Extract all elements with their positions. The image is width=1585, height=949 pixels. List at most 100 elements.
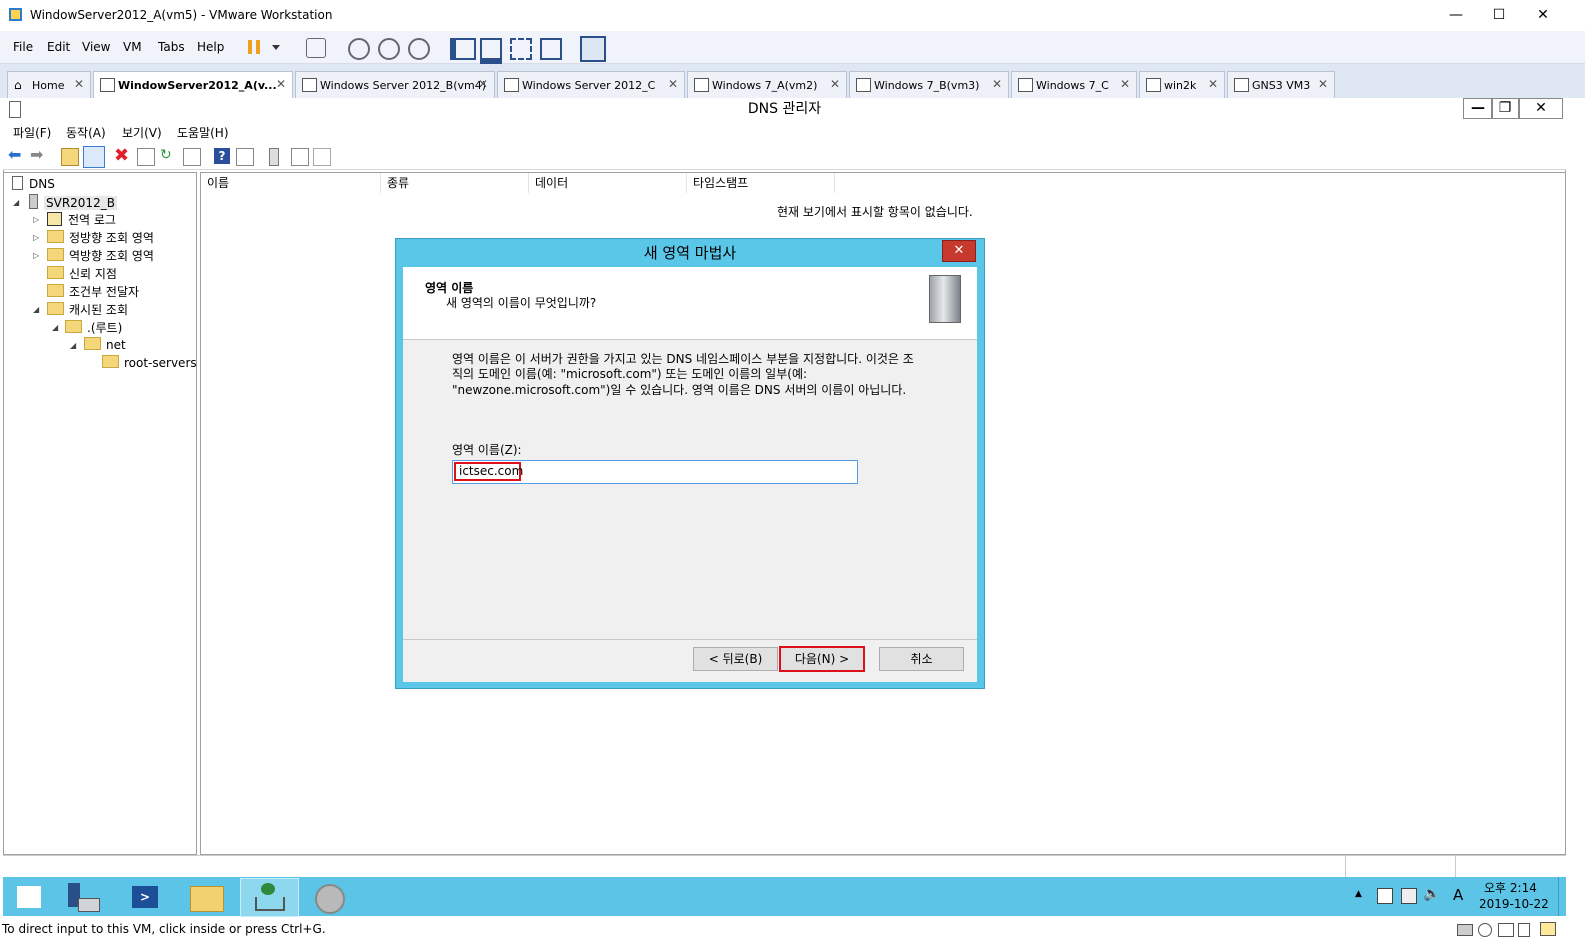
back-arrow-icon[interactable]: ⬅	[8, 147, 24, 164]
menu-file-kr[interactable]: 파일(F)	[13, 124, 51, 141]
menu-edit[interactable]: Edit	[47, 40, 70, 54]
tree-node-cached-lookups[interactable]: 캐시된 조회	[47, 301, 128, 318]
ime-indicator[interactable]: A	[1453, 886, 1463, 904]
taskbar-app[interactable]	[301, 878, 357, 915]
taskbar-dns-manager[interactable]	[240, 878, 299, 917]
properties-icon[interactable]	[137, 148, 155, 166]
message-log-icon[interactable]	[1540, 922, 1556, 936]
tree-node-conditional-forwarders[interactable]: 조건부 전달자	[47, 283, 139, 300]
taskbar-file-explorer[interactable]	[178, 878, 234, 915]
export-list-icon[interactable]	[183, 148, 201, 166]
menu-help-kr[interactable]: 도움말(H)	[177, 124, 229, 141]
tree-node-root[interactable]: .(루트)	[65, 319, 122, 336]
tree-node-server[interactable]: SVR2012_B	[29, 194, 117, 210]
minimize-button[interactable]: —	[1433, 4, 1479, 26]
details-icon[interactable]	[313, 148, 331, 166]
tree-node-net[interactable]: net	[84, 337, 126, 352]
network-adapter-icon[interactable]	[1498, 923, 1514, 937]
tree-node-dns[interactable]: DNS	[12, 176, 55, 191]
tab-windows-7-a[interactable]: Windows 7_A(vm2) ✕	[687, 71, 847, 99]
close-tab-icon[interactable]: ✕	[478, 77, 488, 91]
tab-home[interactable]: ⌂ Home ✕	[7, 71, 91, 99]
unity-icon[interactable]	[540, 38, 562, 60]
show-hide-tree-icon[interactable]	[83, 146, 105, 168]
cd-icon[interactable]	[1478, 923, 1492, 937]
collapse-arrow-icon[interactable]: ◢	[33, 305, 39, 314]
list-icon[interactable]	[291, 148, 309, 166]
column-header-timestamp[interactable]: 타임스탬프	[687, 173, 835, 193]
tab-windows-server-2012-c[interactable]: Windows Server 2012_C ✕	[497, 71, 685, 99]
taskbar-time[interactable]: 오후 2:14	[1484, 879, 1537, 896]
taskbar-date[interactable]: 2019-10-22	[1479, 897, 1549, 911]
cancel-button[interactable]: 취소	[879, 647, 964, 671]
tab-windowserver2012-a[interactable]: WindowServer2012_A(v... ✕	[93, 71, 293, 99]
dialog-close-button[interactable]: ✕	[942, 240, 976, 262]
close-tab-icon[interactable]: ✕	[276, 77, 286, 91]
expand-arrow-icon[interactable]: ▷	[33, 215, 39, 224]
back-button[interactable]: < 뒤로(B)	[693, 647, 778, 671]
revert-snapshot-icon[interactable]	[378, 38, 400, 60]
expand-arrow-icon[interactable]: ▷	[33, 233, 39, 242]
chevron-down-icon[interactable]	[272, 45, 280, 50]
dns-minimize-button[interactable]: —	[1463, 98, 1493, 119]
refresh-icon[interactable]: ↻	[160, 148, 176, 164]
show-hidden-icons-icon[interactable]: ▲	[1355, 889, 1362, 899]
hard-disk-icon[interactable]	[1457, 924, 1473, 936]
menu-action-kr[interactable]: 동작(A)	[66, 124, 106, 141]
menu-tabs[interactable]: Tabs	[158, 40, 185, 54]
help-icon[interactable]: ?	[214, 148, 230, 164]
up-folder-icon[interactable]	[61, 148, 79, 166]
tab-windows-7-b[interactable]: Windows 7_B(vm3) ✕	[849, 71, 1009, 99]
usb-icon[interactable]	[1518, 923, 1530, 937]
pause-icon[interactable]	[248, 40, 260, 54]
network-icon[interactable]	[1401, 888, 1417, 904]
forward-arrow-icon[interactable]: ➡	[30, 147, 46, 164]
collapse-arrow-icon[interactable]: ◢	[52, 323, 58, 332]
close-button[interactable]: ✕	[1520, 4, 1566, 26]
dns-close-button[interactable]: ✕	[1519, 98, 1563, 119]
close-tab-icon[interactable]: ✕	[668, 77, 678, 91]
menu-vm[interactable]: VM	[123, 40, 142, 54]
snapshot-manager-icon[interactable]	[408, 38, 430, 60]
next-button[interactable]: 다음(N) >	[779, 646, 865, 672]
collapse-arrow-icon[interactable]: ◢	[13, 198, 19, 207]
taskbar-server-manager[interactable]	[54, 878, 110, 915]
close-tab-icon[interactable]: ✕	[1318, 77, 1328, 91]
expand-arrow-icon[interactable]: ▷	[33, 251, 39, 260]
dns-restore-button[interactable]: ❐	[1491, 98, 1519, 119]
menu-file[interactable]: File	[13, 40, 33, 54]
close-tab-icon[interactable]: ✕	[74, 77, 84, 91]
column-header-data[interactable]: 데이터	[529, 173, 687, 193]
column-header-name[interactable]: 이름	[201, 173, 381, 193]
show-library-icon[interactable]	[450, 38, 476, 60]
close-tab-icon[interactable]: ✕	[992, 77, 1002, 91]
zone-name-input[interactable]: ictsec.com	[452, 460, 858, 484]
column-header-type[interactable]: 종류	[381, 173, 529, 193]
send-ctrl-alt-del-icon[interactable]	[306, 38, 326, 58]
collapse-arrow-icon[interactable]: ◢	[70, 341, 76, 350]
tab-windows-7-c[interactable]: Windows 7_C ✕	[1011, 71, 1137, 99]
start-button[interactable]	[3, 878, 59, 915]
action-center-icon[interactable]	[1377, 888, 1393, 904]
menu-view[interactable]: View	[82, 40, 110, 54]
thumbnail-bar-icon[interactable]	[480, 38, 502, 64]
volume-icon[interactable]: 🔈	[1423, 886, 1440, 902]
tree-node-root-servers[interactable]: root-servers	[102, 355, 197, 370]
tree-node-global-logs[interactable]: 전역 로그	[47, 211, 116, 228]
snapshot-icon[interactable]	[348, 38, 370, 60]
delete-icon[interactable]: ✖	[114, 147, 130, 165]
tree-node-reverse-lookup[interactable]: 역방향 조회 영역	[47, 247, 154, 264]
server-icon[interactable]	[269, 148, 279, 166]
tab-gns3-vm3[interactable]: GNS3 VM3 ✕	[1227, 71, 1335, 99]
tab-win2k[interactable]: win2k ✕	[1139, 71, 1225, 99]
menu-view-kr[interactable]: 보기(V)	[122, 124, 162, 141]
close-tab-icon[interactable]: ✕	[830, 77, 840, 91]
tree-node-forward-lookup[interactable]: 정방향 조회 영역	[47, 229, 154, 246]
show-desktop-button[interactable]	[1558, 877, 1567, 916]
taskbar-powershell[interactable]: >	[116, 878, 172, 915]
console-view-icon[interactable]	[580, 36, 606, 62]
maximize-button[interactable]: ☐	[1476, 4, 1522, 26]
full-screen-icon[interactable]	[510, 38, 532, 60]
close-tab-icon[interactable]: ✕	[1120, 77, 1130, 91]
tree-node-trust-points[interactable]: 신뢰 지점	[47, 265, 117, 282]
